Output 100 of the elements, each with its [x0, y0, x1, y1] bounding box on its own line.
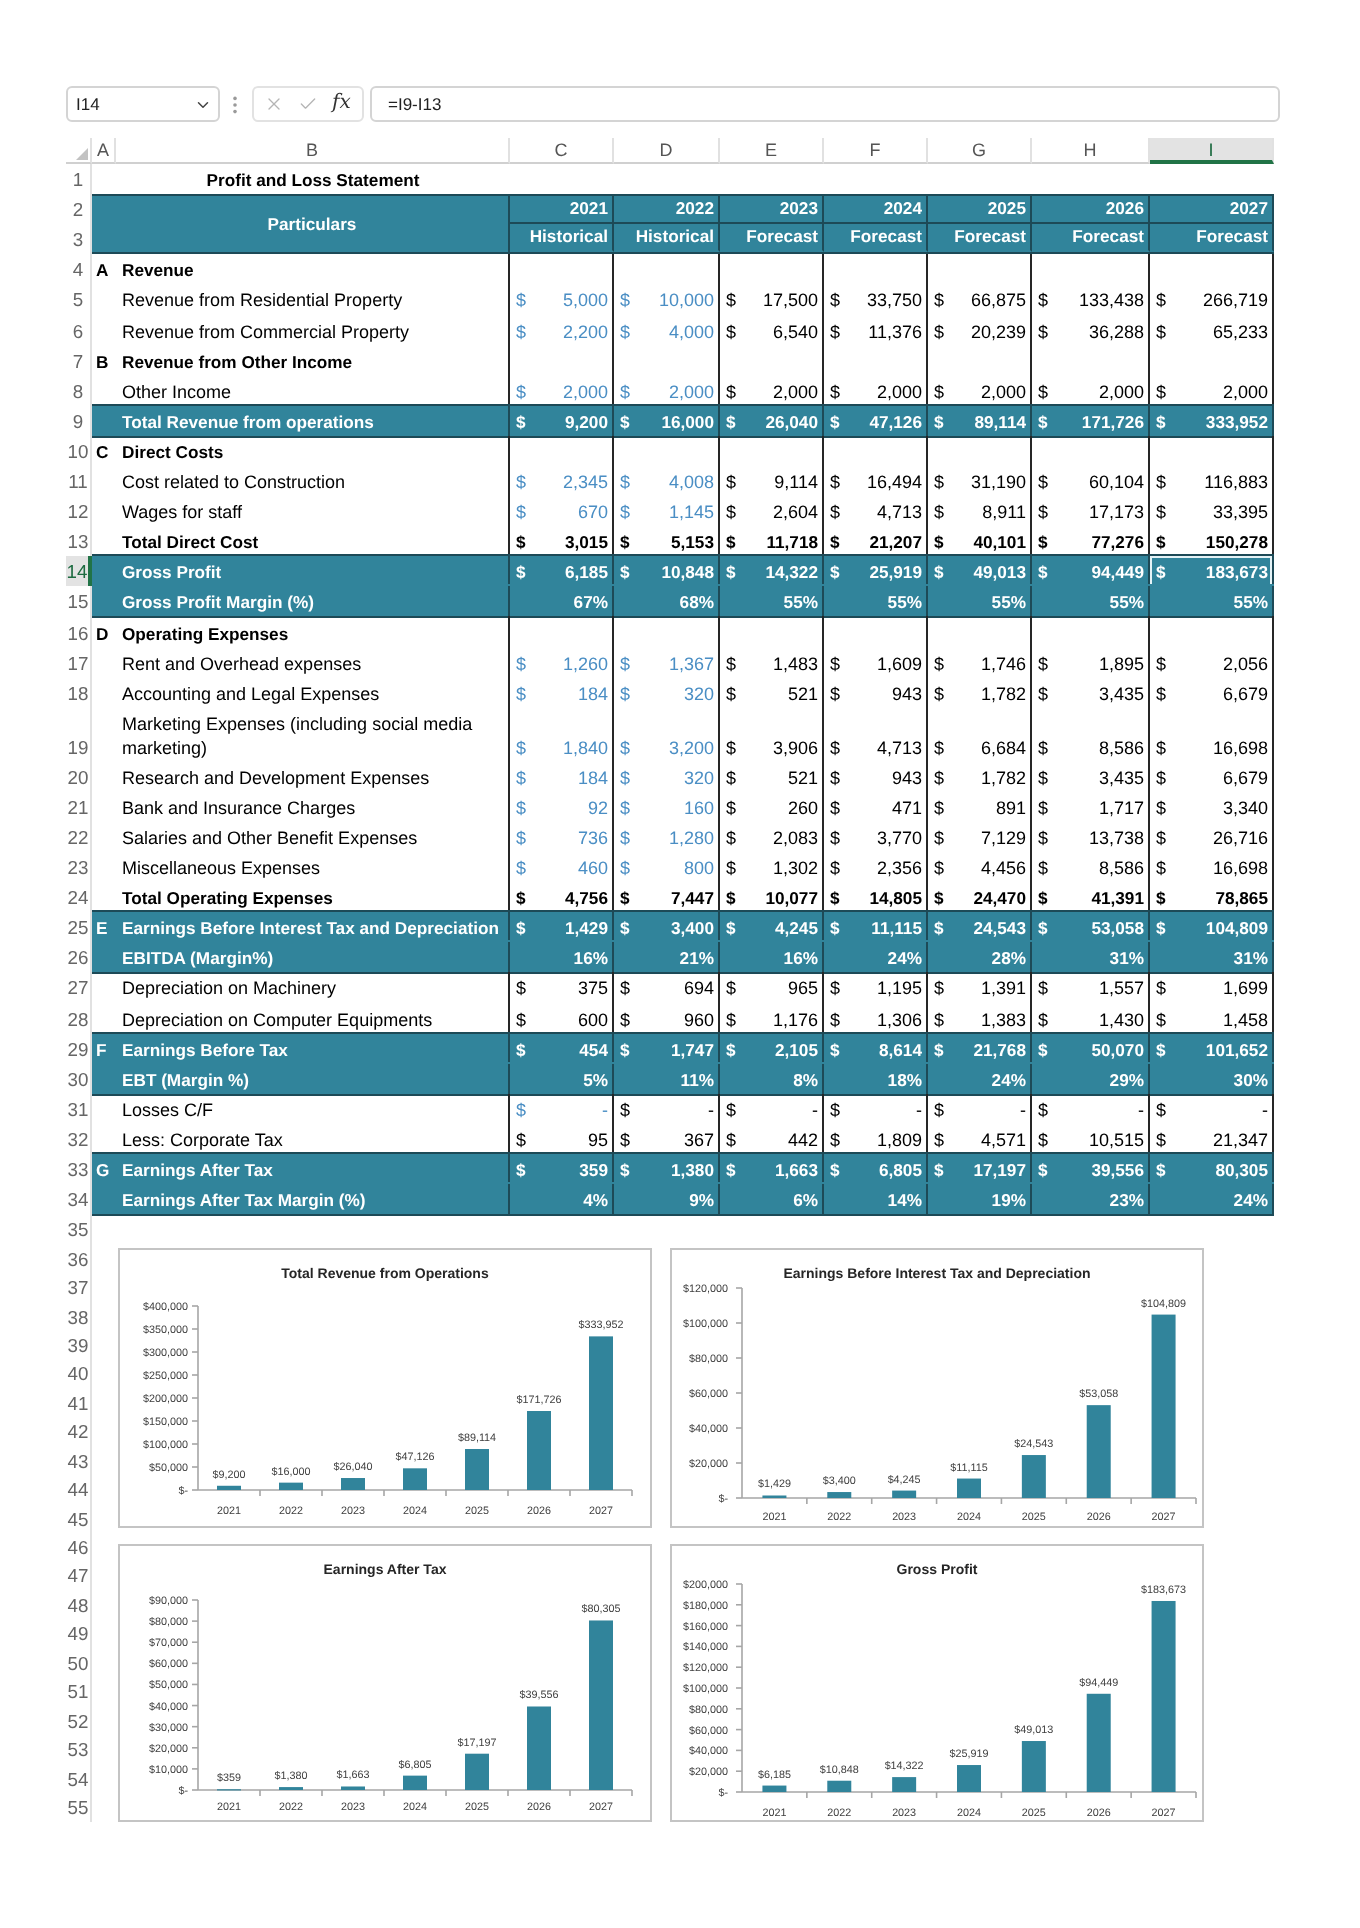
row-number[interactable]: 37	[66, 1273, 92, 1303]
cell-value: 55%	[1109, 590, 1144, 615]
cell-value: 31,190	[970, 470, 1026, 495]
row-number[interactable]: 39	[66, 1331, 92, 1360]
row-number[interactable]: 23	[66, 851, 92, 883]
row-number[interactable]: 52	[66, 1706, 92, 1736]
row-number[interactable]: 29	[66, 1033, 92, 1064]
bar	[827, 1492, 852, 1499]
row-number[interactable]: 20	[66, 761, 92, 792]
currency-symbol: $	[516, 500, 527, 525]
section-heading: Direct Costs	[122, 439, 224, 464]
cell-value: 454	[579, 1037, 608, 1062]
row-number[interactable]: 10	[66, 435, 92, 466]
row-number[interactable]: 41	[66, 1388, 92, 1418]
column-header[interactable]: A	[92, 138, 116, 164]
row-number[interactable]: 24	[66, 882, 92, 913]
row-number[interactable]: 17	[66, 647, 92, 678]
row-number[interactable]: 44	[66, 1475, 92, 1505]
row-number[interactable]: 54	[66, 1764, 92, 1793]
formula-field[interactable]: =I9-I13	[370, 86, 1280, 122]
currency-symbol: $	[1156, 288, 1167, 313]
insert-function-button[interactable]: fx	[332, 92, 351, 116]
row-number[interactable]: 11	[66, 465, 92, 497]
row-number[interactable]: 21	[66, 791, 92, 822]
currency-symbol: $	[726, 795, 737, 820]
cell-value: 23%	[1109, 1188, 1144, 1213]
cell-value: 1,557	[1098, 976, 1144, 1001]
cell-value: 26,716	[1212, 825, 1268, 850]
column-header[interactable]: H	[1032, 138, 1150, 164]
row-number[interactable]: 25	[66, 912, 92, 943]
name-box[interactable]: I14	[66, 86, 220, 122]
currency-symbol: $	[1156, 500, 1167, 525]
column-header[interactable]: D	[614, 138, 720, 164]
row-number[interactable]: 36	[66, 1244, 92, 1274]
row-number[interactable]: 55	[66, 1793, 92, 1822]
row-label: Total Direct Cost	[122, 530, 259, 555]
row-number[interactable]: 32	[66, 1123, 92, 1154]
row-label: Total Operating Expenses	[122, 886, 333, 911]
row-number[interactable]: 33	[66, 1153, 92, 1184]
cell-value: 1,717	[1098, 795, 1144, 820]
cell-value: 4,756	[564, 886, 608, 911]
row-number[interactable]: 45	[66, 1504, 92, 1534]
check-icon[interactable]	[298, 94, 318, 114]
cell-value: 359	[579, 1158, 608, 1182]
currency-symbol: $	[620, 735, 631, 760]
cell-value: 2,083	[772, 825, 818, 850]
cell-value: 21,207	[869, 530, 922, 555]
row-label: Earnings After Tax	[122, 1158, 273, 1182]
column-header[interactable]: G	[928, 138, 1032, 164]
row-number[interactable]: 34	[66, 1184, 92, 1215]
currency-symbol: $	[1038, 735, 1049, 760]
row-number[interactable]: 14	[66, 556, 92, 587]
row-number[interactable]: 51	[66, 1677, 92, 1707]
close-icon[interactable]	[264, 94, 284, 114]
column-header[interactable]: C	[510, 138, 614, 164]
row-number[interactable]: 47	[66, 1562, 92, 1591]
sheet-title: Profit and Loss Statement	[206, 168, 420, 193]
currency-symbol: $	[1038, 530, 1048, 555]
currency-symbol: $	[1038, 856, 1049, 881]
vertical-dots-icon[interactable]	[232, 95, 238, 113]
cell-value: 65,233	[1212, 319, 1268, 344]
row-number[interactable]: 28	[66, 1002, 92, 1034]
column-header[interactable]: B	[116, 138, 510, 164]
row-number[interactable]: 18	[66, 677, 92, 708]
currency-symbol: $	[934, 560, 944, 585]
row-number[interactable]: 19	[66, 707, 92, 762]
cell-value: 7,129	[980, 825, 1026, 850]
row-number[interactable]: 50	[66, 1648, 92, 1678]
row-number[interactable]: 13	[66, 526, 92, 557]
row-number[interactable]: 42	[66, 1417, 92, 1447]
column-header[interactable]: F	[824, 138, 928, 164]
cell-value: 2,000	[980, 379, 1026, 404]
cell-value: 375	[577, 976, 608, 1001]
column-header[interactable]: E	[720, 138, 824, 164]
row-number[interactable]: 12	[66, 496, 92, 527]
row-number[interactable]: 40	[66, 1359, 92, 1389]
row-number[interactable]: 53	[66, 1735, 92, 1765]
cell-value: 1,429	[564, 916, 608, 941]
row-number[interactable]: 49	[66, 1619, 92, 1649]
row-label: EBT (Margin %)	[122, 1067, 249, 1092]
row-number[interactable]: 31	[66, 1093, 92, 1124]
row-number[interactable]: 43	[66, 1446, 92, 1476]
select-all-icon[interactable]	[76, 148, 88, 160]
row-number[interactable]: 30	[66, 1063, 92, 1094]
row-number[interactable]: 46	[66, 1533, 92, 1562]
row-number[interactable]: 16	[66, 616, 92, 647]
bar	[527, 1411, 551, 1491]
row-number[interactable]: 38	[66, 1302, 92, 1331]
cell-value: 1,367	[668, 651, 714, 676]
row-number[interactable]: 15	[66, 586, 92, 617]
column-header[interactable]: I	[1150, 138, 1274, 164]
currency-symbol: $	[620, 651, 631, 676]
row-number[interactable]: 27	[66, 972, 92, 1003]
cell-value: 5,000	[562, 288, 608, 313]
row-number[interactable]: 48	[66, 1590, 92, 1620]
currency-symbol: $	[516, 795, 527, 820]
currency-symbol: $	[726, 1158, 736, 1182]
row-number[interactable]: 22	[66, 821, 92, 852]
row-number[interactable]: 35	[66, 1214, 92, 1245]
row-number[interactable]: 26	[66, 942, 92, 973]
